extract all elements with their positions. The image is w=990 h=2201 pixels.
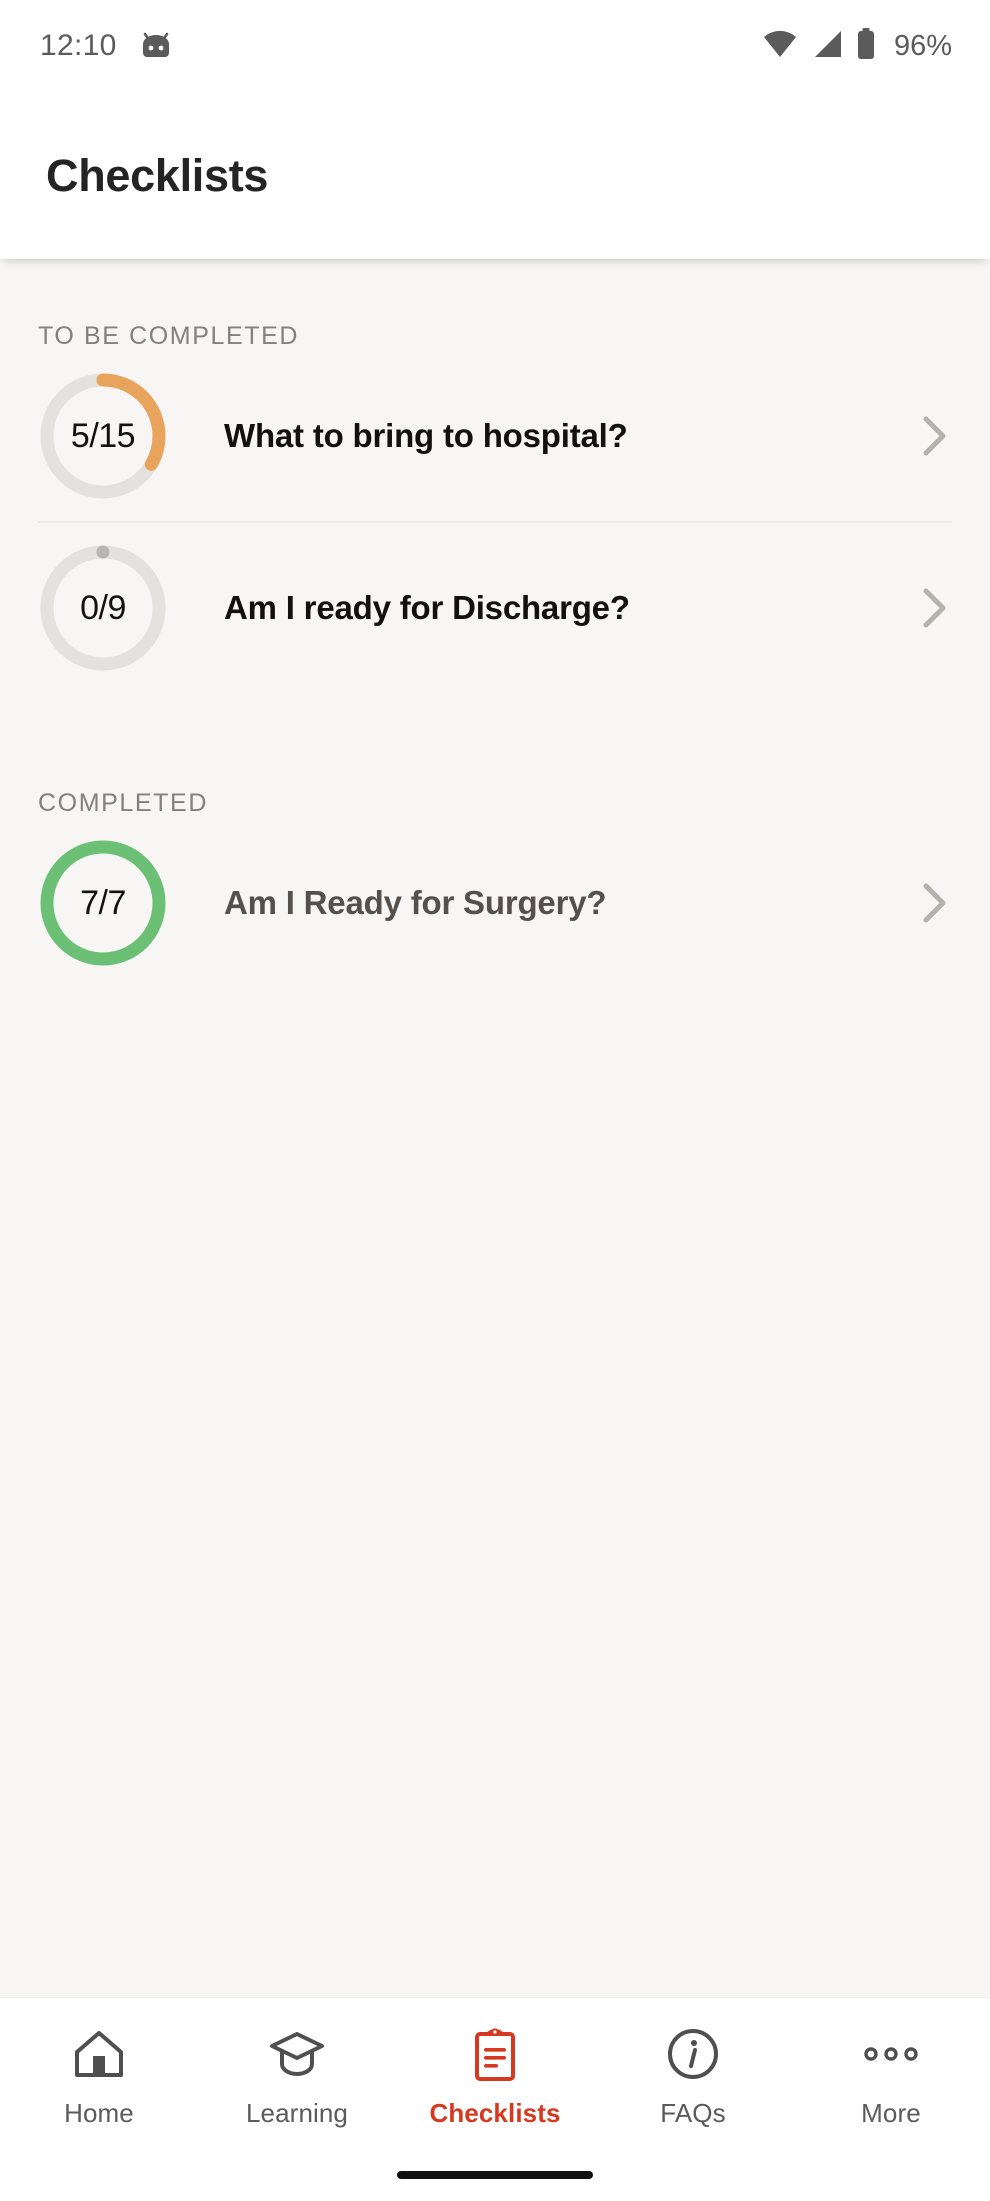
bottom-navigation-bar: Home Learning Checklists FAQs More (0, 1997, 990, 2201)
progress-ring-label: 7/7 (80, 883, 126, 922)
status-bar: 12:10 96% (0, 0, 990, 92)
app-header: Checklists (0, 92, 990, 259)
nav-tab-label: Home (64, 2098, 134, 2128)
page-title: Checklists (46, 149, 269, 201)
nav-tab-faqs[interactable]: FAQs (594, 2024, 792, 2129)
status-bar-left: 12:10 (40, 29, 173, 63)
progress-ring-5-15: 5/15 (38, 371, 168, 501)
nav-tab-label: More (861, 2098, 921, 2128)
nav-tab-learning[interactable]: Learning (198, 2024, 396, 2129)
home-icon (71, 2024, 127, 2084)
android-robot-icon (139, 31, 173, 62)
section-label-pending: TO BE COMPLETED (38, 322, 300, 350)
nav-tab-more[interactable]: More (792, 2024, 990, 2129)
progress-ring-7-7: 7/7 (38, 838, 168, 968)
status-time: 12:10 (40, 29, 117, 62)
checklist-item-title: Am I ready for Discharge? (224, 589, 630, 626)
checklist-item-title: What to bring to hospital? (224, 417, 628, 454)
clipboard-icon (469, 2024, 521, 2084)
nav-tab-checklists[interactable]: Checklists (396, 2024, 594, 2129)
checklist-item-discharge[interactable]: 0/9 Am I ready for Discharge? (0, 523, 990, 693)
section-label-completed: COMPLETED (38, 789, 208, 817)
battery-icon (856, 27, 876, 65)
chevron-right-icon (918, 413, 952, 459)
cellular-signal-icon (811, 29, 843, 64)
status-bar-right: 96% (762, 27, 952, 65)
progress-ring-label: 5/15 (70, 416, 136, 455)
checklist-item-surgery[interactable]: 7/7 Am I Ready for Surgery? (0, 818, 990, 988)
nav-tab-label: Checklists (429, 2098, 561, 2128)
battery-percent: 96% (893, 29, 952, 62)
nav-tab-label: FAQs (660, 2098, 726, 2128)
checklist-item-what-to-bring[interactable]: 5/15 What to bring to hospital? (0, 351, 990, 521)
progress-ring-label: 0/9 (80, 588, 126, 627)
more-dots-icon (863, 2024, 919, 2084)
progress-ring-0-9: 0/9 (38, 543, 168, 673)
chevron-right-icon (918, 880, 952, 926)
chevron-right-icon (918, 585, 952, 631)
checklist-item-title: Am I Ready for Surgery? (224, 884, 607, 921)
info-circle-icon (666, 2024, 720, 2084)
graduation-cap-icon (268, 2024, 326, 2084)
nav-tab-home[interactable]: Home (0, 2024, 198, 2129)
nav-tab-label: Learning (246, 2098, 348, 2128)
home-indicator (397, 2171, 593, 2179)
checklists-content: TO BE COMPLETED 5/15 What to bring to ho… (0, 259, 990, 1997)
wifi-icon (762, 29, 798, 64)
